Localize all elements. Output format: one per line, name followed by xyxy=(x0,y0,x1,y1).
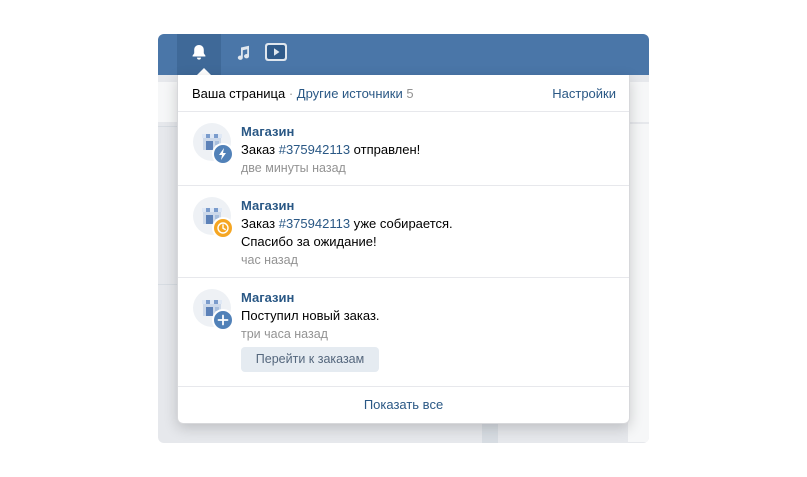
timestamp: две минуты назад xyxy=(241,161,346,175)
header-tabs: Ваша страница · Другие источники 5 xyxy=(192,86,414,101)
your-page-tab[interactable]: Ваша страница xyxy=(192,86,285,101)
notification-text: Поступил новый заказ. xyxy=(241,308,380,323)
notification-item[interactable]: Магазин Заказ #375942113 уже собирается.… xyxy=(178,186,629,278)
lightning-badge xyxy=(212,143,234,165)
notifications-dropdown: Ваша страница · Другие источники 5 Настр… xyxy=(177,75,630,424)
bg-block xyxy=(482,424,498,443)
separator: · xyxy=(288,86,294,101)
order-link[interactable]: #375942113 xyxy=(279,142,350,157)
lightning-icon xyxy=(219,148,226,160)
bell-icon xyxy=(190,43,208,66)
sender-name[interactable]: Магазин xyxy=(241,289,380,307)
music-tab[interactable] xyxy=(230,42,256,68)
timestamp: три часа назад xyxy=(241,327,328,341)
other-sources-tab[interactable]: Другие источники xyxy=(297,86,403,101)
top-bar xyxy=(158,34,649,75)
text-part: Заказ xyxy=(241,216,279,231)
notification-item[interactable]: Магазин Заказ #375942113 отправлен! две … xyxy=(178,112,629,186)
notification-content: Магазин Заказ #375942113 уже собирается.… xyxy=(241,197,453,269)
clock-icon xyxy=(217,222,229,234)
notification-content: Магазин Заказ #375942113 отправлен! две … xyxy=(241,123,420,177)
go-to-orders-button[interactable]: Перейти к заказам xyxy=(241,347,379,372)
bg-divider xyxy=(158,126,177,127)
music-icon xyxy=(234,44,252,67)
notification-item[interactable]: Магазин Поступил новый заказ. три часа н… xyxy=(178,278,629,387)
notification-text-line2: Спасибо за ожидание! xyxy=(241,234,377,249)
bg-block xyxy=(628,124,649,442)
bg-divider xyxy=(158,284,177,285)
notification-content: Магазин Поступил новый заказ. три часа н… xyxy=(241,289,380,343)
text-part: отправлен! xyxy=(350,142,421,157)
text-part: уже собирается. xyxy=(350,216,453,231)
show-all-link[interactable]: Показать все xyxy=(178,387,629,423)
clock-badge xyxy=(212,217,234,239)
other-sources-count: 5 xyxy=(406,86,414,101)
video-icon xyxy=(264,42,288,67)
video-tab[interactable] xyxy=(263,42,289,67)
plus-icon xyxy=(217,314,229,326)
text-part: Заказ xyxy=(241,142,279,157)
notification-text: Заказ #375942113 отправлен! xyxy=(241,141,420,159)
dropdown-header: Ваша страница · Другие источники 5 Настр… xyxy=(178,75,629,112)
notification-text: Заказ #375942113 уже собирается. xyxy=(241,215,453,233)
sender-name[interactable]: Магазин xyxy=(241,123,420,141)
sender-name[interactable]: Магазин xyxy=(241,197,453,215)
timestamp: час назад xyxy=(241,253,298,267)
plus-badge xyxy=(212,309,234,331)
order-link[interactable]: #375942113 xyxy=(279,216,350,231)
settings-link[interactable]: Настройки xyxy=(552,86,616,101)
dropdown-caret xyxy=(197,68,211,75)
